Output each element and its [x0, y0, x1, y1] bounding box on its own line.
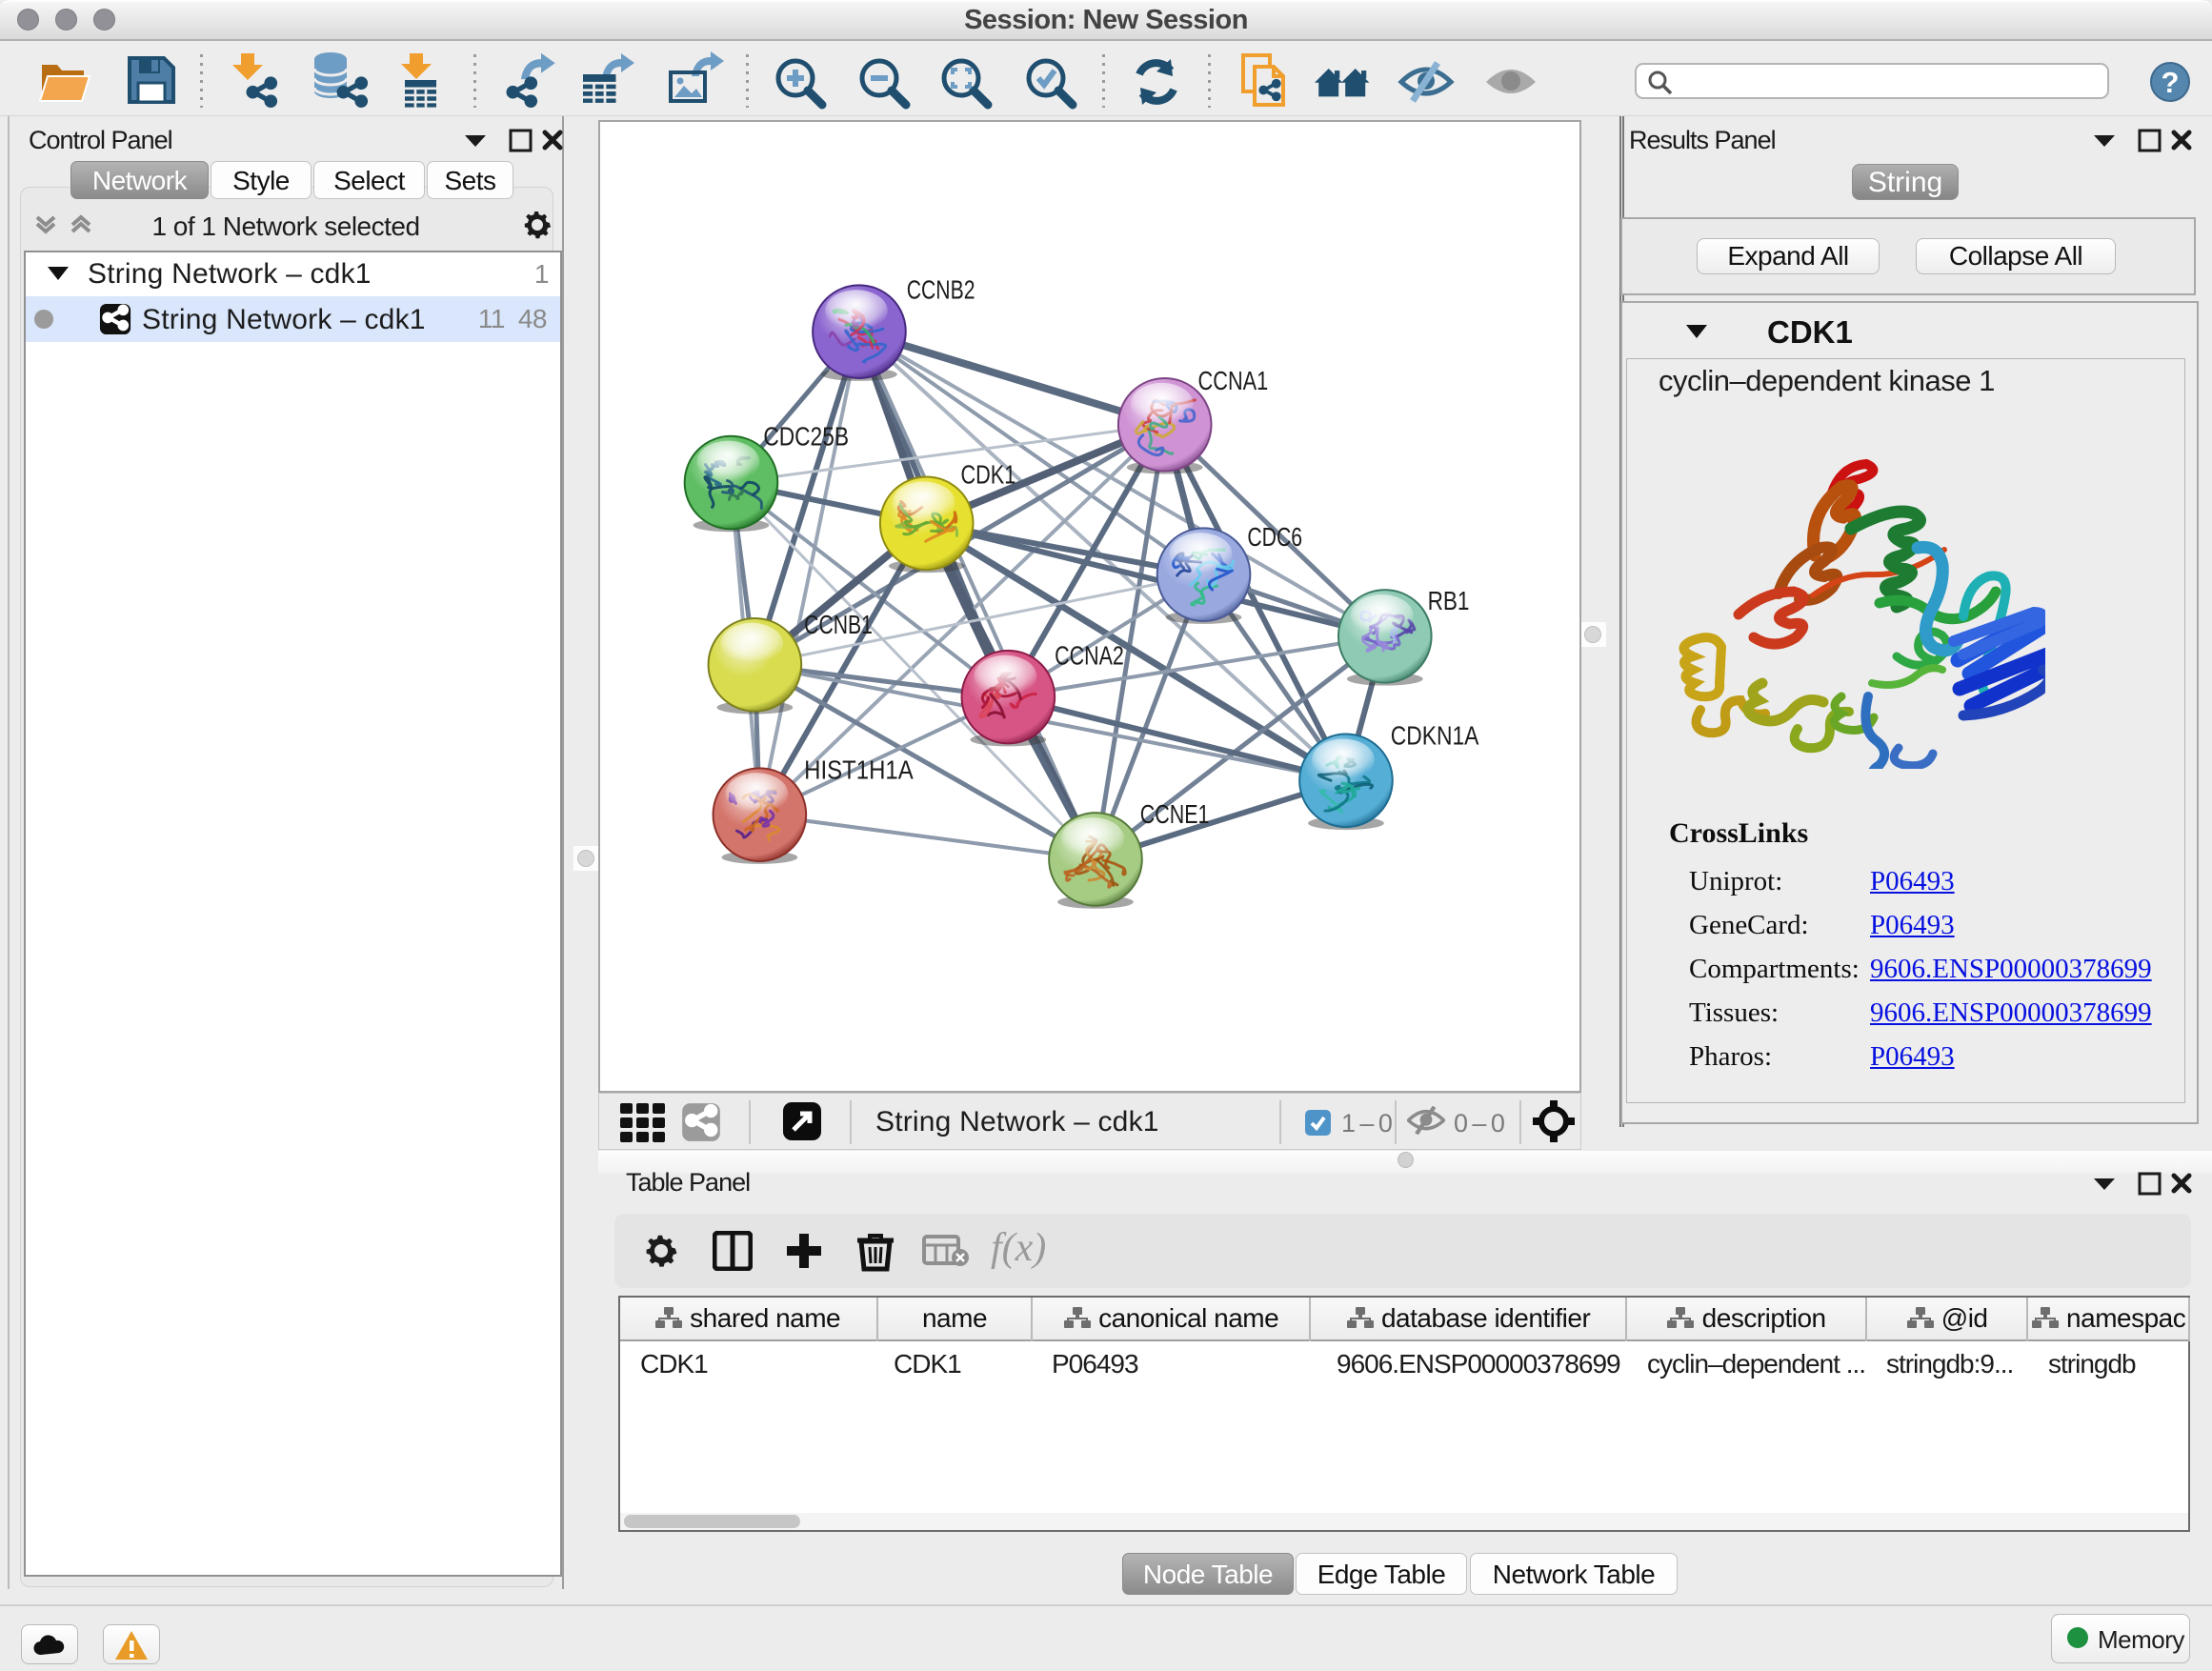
svg-text:CDK1: CDK1: [961, 460, 1016, 490]
svg-text:CDKN1A: CDKN1A: [1391, 720, 1479, 750]
svg-text:CDC25B: CDC25B: [763, 422, 849, 452]
svg-text:RB1: RB1: [1428, 586, 1470, 615]
svg-text:CCNE1: CCNE1: [1140, 799, 1210, 829]
svg-text:CCNA1: CCNA1: [1198, 366, 1269, 395]
svg-text:HIST1H1A: HIST1H1A: [804, 755, 914, 784]
svg-text:CCNB2: CCNB2: [907, 274, 975, 304]
svg-text:CDC6: CDC6: [1247, 522, 1302, 552]
svg-text:CCNB1: CCNB1: [804, 610, 873, 639]
svg-text:CCNA2: CCNA2: [1055, 641, 1124, 671]
